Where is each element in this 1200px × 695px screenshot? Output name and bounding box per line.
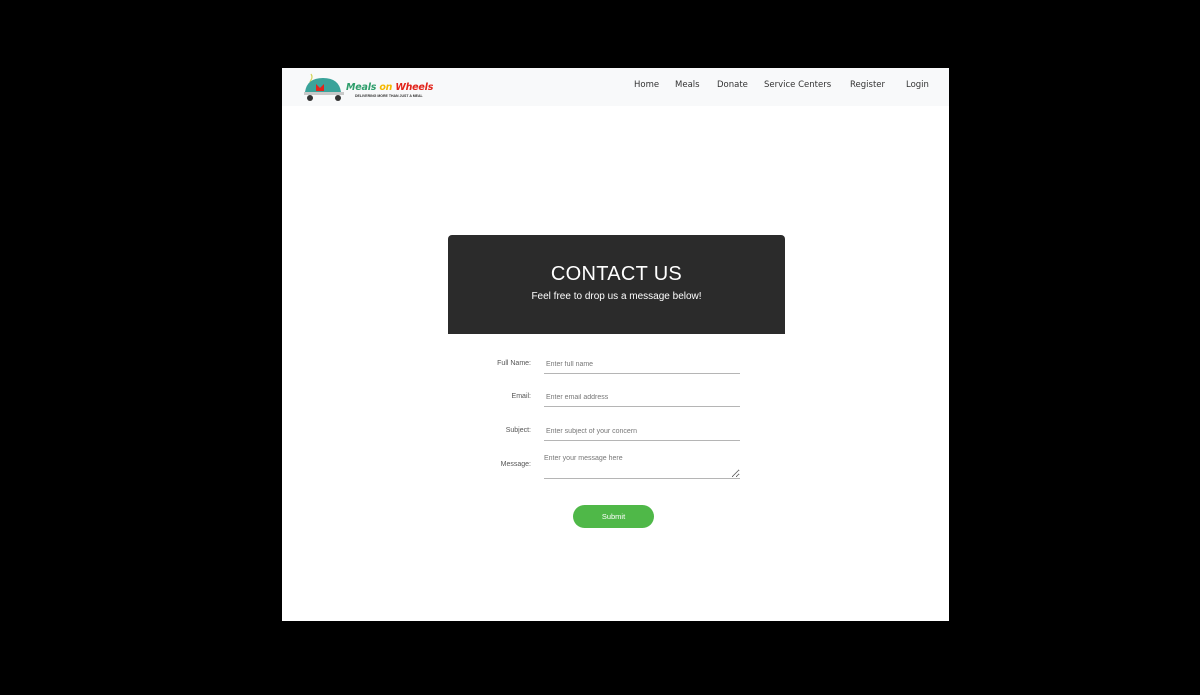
nav-item-home[interactable]: Home bbox=[634, 80, 659, 90]
subject-input[interactable] bbox=[544, 423, 740, 441]
full-name-input[interactable] bbox=[544, 356, 740, 374]
submit-button[interactable]: Submit bbox=[573, 505, 654, 528]
message-label: Message: bbox=[500, 461, 531, 468]
nav-menu: Home Meals Donate Service Centers Regist… bbox=[282, 68, 949, 106]
page-title: CONTACT US bbox=[550, 263, 683, 285]
nav-item-meals[interactable]: Meals bbox=[675, 80, 700, 90]
email-label: Email: bbox=[511, 393, 531, 400]
nav-item-service-centers[interactable]: Service Centers bbox=[764, 80, 831, 90]
page: Meals on Wheels DELIVERING MORE THAN JUS… bbox=[282, 68, 949, 621]
nav-item-register[interactable]: Register bbox=[850, 80, 885, 90]
email-input[interactable] bbox=[544, 389, 740, 407]
page-subtitle: Feel free to drop us a message below! bbox=[531, 291, 702, 302]
subject-label: Subject: bbox=[505, 427, 531, 434]
nav-item-login[interactable]: Login bbox=[906, 80, 929, 90]
nav-item-donate[interactable]: Donate bbox=[717, 80, 748, 90]
message-textarea[interactable] bbox=[544, 453, 740, 479]
navbar: Meals on Wheels DELIVERING MORE THAN JUS… bbox=[282, 68, 949, 106]
contact-banner: CONTACT US Feel free to drop us a messag… bbox=[448, 235, 785, 334]
full-name-label: Full Name: bbox=[497, 360, 531, 367]
